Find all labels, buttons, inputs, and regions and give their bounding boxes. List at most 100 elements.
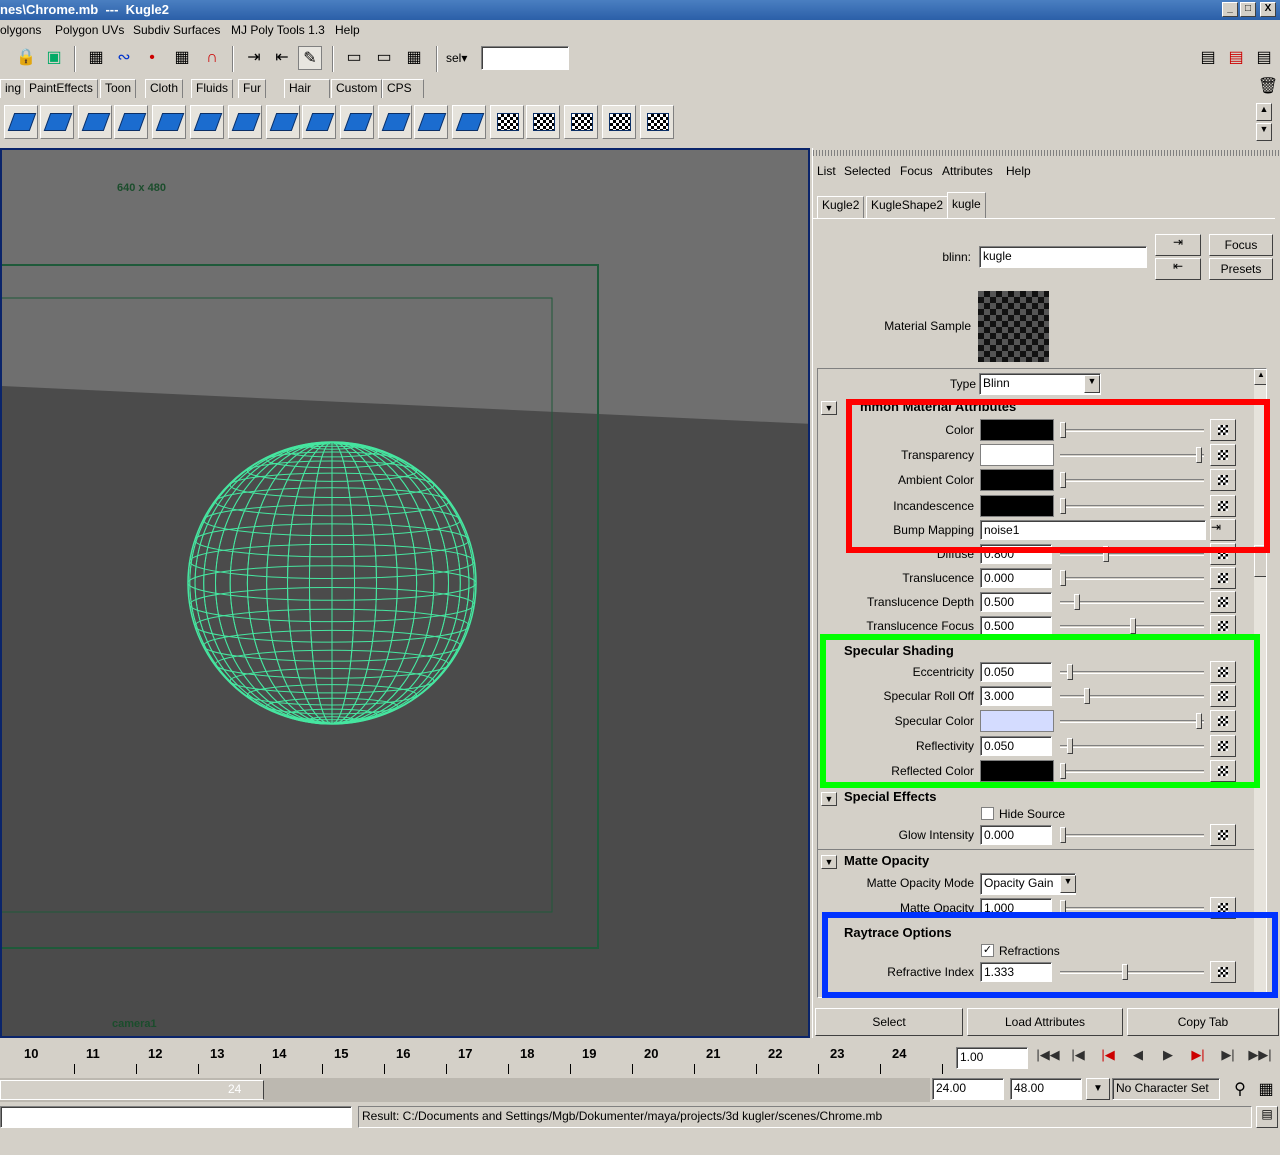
specular-roll-off-field[interactable]: 3.000 [980,686,1052,706]
minimize-button[interactable]: _ [1222,2,1238,17]
key-icon[interactable]: ⚲ [1228,1078,1252,1102]
output-connections-icon[interactable]: ⇤ [270,46,294,70]
ae-menu-list[interactable]: List [817,164,836,178]
chevron-down-icon[interactable]: ▼ [1084,375,1100,393]
poly-tool-8-icon[interactable] [266,105,300,139]
specular-color-slider[interactable] [1060,711,1204,731]
menu-polygons[interactable]: olygons [0,23,41,37]
uv-tool-1-icon[interactable] [490,105,524,139]
collapse-common-icon[interactable]: ▼ [821,401,837,415]
hide-source-checkbox[interactable] [981,807,994,820]
attribute-scrollbar[interactable]: ▲ [1254,369,1266,997]
scroll-up-icon[interactable]: ▲ [1254,369,1266,385]
glow-intensity-field[interactable]: 0.000 [980,825,1052,845]
play-backward-icon[interactable]: ◀ [1124,1044,1152,1066]
step-forward-key-icon[interactable]: ▶| [1214,1044,1242,1066]
poly-tool-9-icon[interactable] [302,105,336,139]
refractive-index-slider[interactable] [1060,962,1204,982]
specular-color-map-button[interactable] [1210,710,1236,732]
color-slider[interactable] [1060,420,1204,440]
shelf-tab-cps[interactable]: CPS [382,79,424,98]
snap-view-plane-icon[interactable]: ▦ [170,46,194,70]
copy-tab-button[interactable]: Copy Tab [1127,1008,1279,1036]
poly-tool-12-icon[interactable] [414,105,448,139]
refractions-checkbox[interactable]: ✓ [981,944,994,957]
shelf-tab-custom[interactable]: Custom [331,79,383,98]
render-globals-icon[interactable]: ▦ [402,46,426,70]
snap-grid-icon[interactable]: ▦ [84,46,108,70]
transparency-swatch[interactable] [980,444,1054,466]
step-back-key-icon[interactable]: |◀ [1064,1044,1092,1066]
refractive-index-field[interactable]: 1.333 [980,962,1052,982]
step-forward-frame-icon[interactable]: ▶| [1184,1044,1212,1066]
node-name-field[interactable]: kugle [979,246,1147,268]
script-editor-icon[interactable]: ▤ [1256,1106,1278,1128]
step-back-frame-icon[interactable]: |◀ [1094,1044,1122,1066]
translucence-depth-slider[interactable] [1060,592,1204,612]
play-forward-icon[interactable]: ▶ [1154,1044,1182,1066]
input-connection-button[interactable]: ⇥ [1155,234,1201,256]
transparency-map-button[interactable] [1210,444,1236,466]
shelf-scroll-down-icon[interactable]: ▼ [1256,123,1272,141]
eccentricity-map-button[interactable] [1210,661,1236,683]
lock-icon[interactable]: 🔒 [14,46,38,70]
ambient-color-swatch[interactable] [980,469,1054,491]
specular-roll-off-map-button[interactable] [1210,685,1236,707]
uv-tool-3-icon[interactable] [564,105,598,139]
ae-tab-kugle[interactable]: kugle [947,192,986,218]
poly-tool-6-icon[interactable] [190,105,224,139]
range-end-field[interactable]: 48.00 [1010,1078,1082,1100]
quick-select-input[interactable] [481,46,569,70]
poly-tool-13-icon[interactable] [452,105,486,139]
collapse-special-effects-icon[interactable]: ▼ [821,792,837,806]
poly-tool-2-icon[interactable] [40,105,74,139]
range-start-field[interactable]: 24.00 [932,1078,1004,1100]
go-to-start-icon[interactable]: |◀◀ [1034,1044,1062,1066]
close-button[interactable]: X [1260,2,1276,17]
translucence-field[interactable]: 0.000 [980,568,1052,588]
time-slider[interactable]: 10 11 12 13 14 15 16 17 18 19 20 21 22 23 24 [0,1040,952,1076]
reflected-color-map-button[interactable] [1210,760,1236,782]
transparency-slider[interactable] [1060,445,1204,465]
character-set-dropdown[interactable]: No Character Set [1112,1078,1220,1100]
panel-grip[interactable] [813,150,1280,156]
ae-menu-help[interactable]: Help [1006,164,1031,178]
shelf-tab-fluids[interactable]: Fluids [191,79,234,98]
ae-menu-attributes[interactable]: Attributes [942,164,993,178]
show-channel-box-icon[interactable]: ▤ [1196,46,1220,70]
scrollbar-thumb[interactable] [1254,545,1266,577]
shelf-tab-rendering[interactable]: ing [0,79,27,98]
attribute-scroll-area[interactable]: Type Blinn ▼ ▼ mmon Material Attributes … [817,368,1267,998]
diffuse-slider[interactable] [1060,544,1204,564]
poly-tool-4-icon[interactable] [114,105,148,139]
poly-tool-3-icon[interactable] [78,105,112,139]
current-time-field[interactable]: 1.00 [956,1047,1028,1069]
ambient-color-map-button[interactable] [1210,469,1236,491]
menu-polygon-uvs[interactable]: Polygon UVs [55,23,124,37]
incandescence-map-button[interactable] [1210,495,1236,517]
poly-tool-1-icon[interactable] [4,105,38,139]
matte-opacity-slider[interactable] [1060,898,1204,918]
show-tool-settings-icon[interactable]: ▤ [1252,46,1276,70]
snap-curve-icon[interactable]: ∾ [112,46,136,70]
load-attributes-button[interactable]: Load Attributes [967,1008,1123,1036]
ae-tab-kugle2[interactable]: Kugle2 [817,196,865,218]
uv-tool-2-icon[interactable] [526,105,560,139]
maximize-button[interactable]: □ [1240,2,1256,17]
translucence-focus-map-button[interactable] [1210,615,1236,637]
poly-tool-5-icon[interactable] [152,105,186,139]
output-connection-button[interactable]: ⇤ [1155,258,1201,280]
color-map-button[interactable] [1210,419,1236,441]
viewport[interactable]: 640 x 480 camera1 [0,148,810,1038]
shelf-tab-fur[interactable]: Fur [238,79,266,98]
translucence-slider[interactable] [1060,568,1204,588]
ae-menu-selected[interactable]: Selected [844,164,891,178]
refractive-index-map-button[interactable] [1210,961,1236,983]
translucence-depth-map-button[interactable] [1210,591,1236,613]
diffuse-map-button[interactable] [1210,543,1236,565]
presets-button[interactable]: Presets [1209,258,1273,280]
poly-tool-7-icon[interactable] [228,105,262,139]
uv-tool-5-icon[interactable] [640,105,674,139]
incandescence-swatch[interactable] [980,495,1054,517]
reflectivity-field[interactable]: 0.050 [980,736,1052,756]
